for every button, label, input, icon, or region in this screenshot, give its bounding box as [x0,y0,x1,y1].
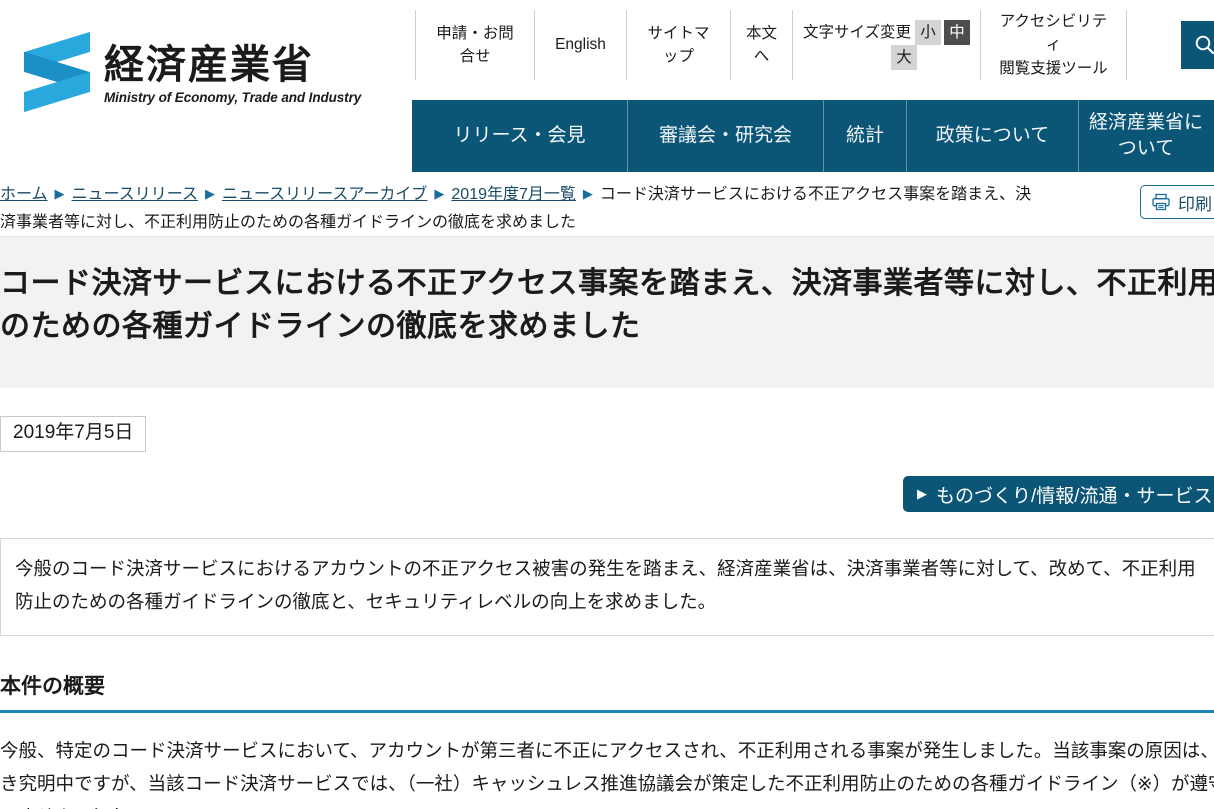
font-size-small-button[interactable]: 小 [915,20,942,45]
font-size-label: 文字サイズ変更 [803,23,912,41]
breadcrumb-bar: ホーム ▶ ニュースリリース ▶ ニュースリリースアーカイブ ▶ 2019年度7月一覧 ▶ コー… [0,175,1214,237]
section-body-overview: 今般、特定のコード決済サービスにおいて、アカウントが第三者に不正にアクセスされ、… [0,740,1214,809]
nav-item-policies[interactable]: 政策について [907,100,1079,172]
logo-title-jp: 経済産業省 [104,42,314,87]
font-size-control: 文字サイズ変更 小 中 大 [793,10,981,80]
util-item-contact[interactable]: 申請・お問合せ [415,10,535,80]
title-band: コード決済サービスにおける不正アクセス事案を踏まえ、決済事業者等に対し、不正利用… [0,237,1214,389]
main-navigation: リリース・会見 審議会・研究会 統計 政策について 経済産業省について [412,100,1214,172]
breadcrumb-separator-icon: ▶ [54,186,65,201]
site-header: 経済産業省 Ministry of Economy, Trade and Ind… [0,0,1214,175]
util-item-sitemap[interactable]: サイトマップ [627,10,731,80]
print-button-label: 印刷 [1178,194,1212,214]
search-icon [1195,35,1214,55]
breadcrumb-separator-icon: ▶ [204,186,215,201]
site-logo[interactable]: 経済産業省 Ministry of Economy, Trade and Ind… [24,31,362,113]
breadcrumb-item-home[interactable]: ホーム [0,186,48,203]
font-size-medium-button[interactable]: 中 [944,20,971,45]
breadcrumb: ホーム ▶ ニュースリリース ▶ ニュースリリースアーカイブ ▶ 2019年度7月一覧 ▶ コー… [0,181,1040,236]
summary-box: 今般のコード決済サービスにおけるアカウントの不正アクセス被害の発生を踏まえ、経済… [0,538,1214,637]
publish-date: 2019年7月5日 [0,416,147,453]
meti-logo-mark-icon [24,31,90,113]
util-item-english[interactable]: English [535,10,627,80]
category-badge[interactable]: ▶ ものづくり/情報/流通・サービス [903,476,1214,513]
util-item-accessibility[interactable]: アクセシビリティ 閲覧支援ツール [981,10,1127,80]
search-button[interactable] [1181,21,1214,69]
page-title: コード決済サービスにおける不正アクセス事案を踏まえ、決済事業者等に対し、不正利用… [0,267,1214,343]
article-content: 2019年7月5日 ▶ ものづくり/情報/流通・サービス 今般のコード決済サービ… [0,388,1214,809]
accessibility-label-line1: アクセシビリティ [999,13,1108,54]
accessibility-label-line2: 閲覧支援ツール [999,59,1108,77]
breadcrumb-item-2019-july[interactable]: 2019年度7月一覧 [451,186,576,203]
summary-text: 今般のコード決済サービスにおけるアカウントの不正アクセス被害の発生を踏まえ、経済… [15,558,1196,613]
printer-icon [1152,193,1170,211]
section-heading-overview: 本件の概要 [0,670,1214,714]
nav-item-releases[interactable]: リリース・会見 [412,100,628,172]
category-label: ものづくり/情報/流通・サービス [936,485,1213,507]
nav-item-about-meti[interactable]: 経済産業省について [1079,100,1213,172]
breadcrumb-separator-icon: ▶ [582,186,593,201]
print-button[interactable]: 印刷 [1140,185,1214,219]
triangle-right-icon: ▶ [917,486,927,502]
breadcrumb-item-news-release[interactable]: ニュースリリース [72,186,198,203]
nav-item-statistics[interactable]: 統計 [824,100,907,172]
article-meta-row: 2019年7月5日 [0,416,1214,462]
util-item-skip-to-content[interactable]: 本文へ [731,10,793,80]
nav-item-councils[interactable]: 審議会・研究会 [628,100,824,172]
breadcrumb-item-news-archive[interactable]: ニュースリリースアーカイブ [222,186,427,203]
logo-title-en: Ministry of Economy, Trade and Industry [104,89,362,105]
font-size-large-button[interactable]: 大 [891,45,917,70]
breadcrumb-separator-icon: ▶ [434,186,445,201]
utility-navigation: 申請・お問合せ English サイトマップ 本文へ 文字サイズ変更 小 中 大… [415,0,1127,90]
category-row: ▶ ものづくり/情報/流通・サービス [0,476,1214,516]
